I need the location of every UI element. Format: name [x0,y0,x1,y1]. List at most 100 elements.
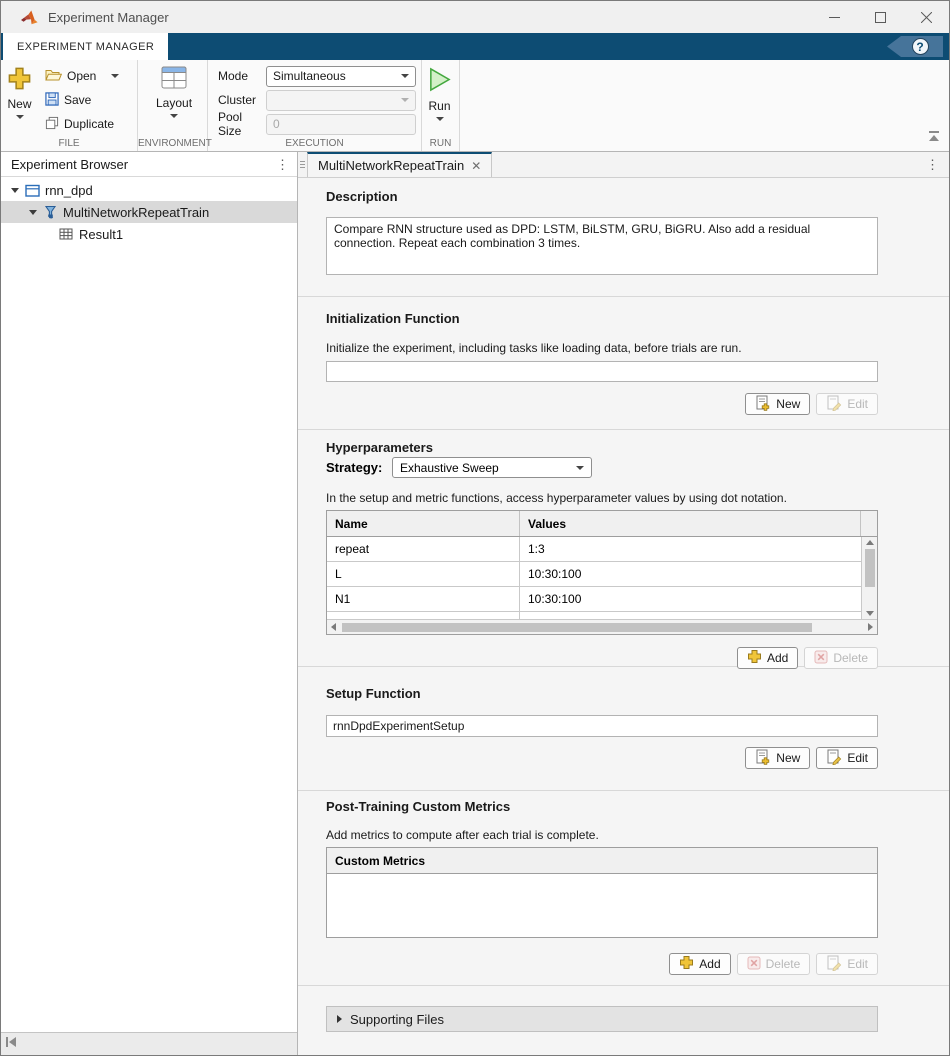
ribbon-tab-strip: EXPERIMENT MANAGER ? [1,33,949,60]
scrollbar-thumb[interactable] [342,623,812,632]
hyperparameter-delete-button: Delete [804,647,878,669]
mode-dropdown[interactable]: Simultaneous [266,66,416,87]
collapse-ribbon-icon[interactable] [927,129,941,147]
tree-item-project[interactable]: rnn_dpd [1,179,297,201]
hyperparam-values-cell[interactable]: ["lstm" "bilstm" "gru" "bigru"] [520,612,861,619]
tree-item-label: Result1 [79,227,123,242]
custom-metrics-section: Post-Training Custom Metrics Add metrics… [298,791,949,986]
experiment-browser-panel: Experiment Browser ⋮ rnn_dpd [1,152,298,1055]
setup-function-input[interactable] [326,715,878,737]
new-dropdown-caret[interactable] [16,115,24,119]
metrics-add-button[interactable]: Add [669,953,730,975]
execution-group-label: EXECUTION [208,138,421,149]
strategy-dropdown-caret [576,466,584,470]
tree-item-result[interactable]: Result1 [1,223,297,245]
hyperparameter-add-button[interactable]: Add [737,647,798,669]
hyperparam-name-cell[interactable]: N1 [327,587,520,611]
tab-experiment-manager[interactable]: EXPERIMENT MANAGER [3,33,168,60]
cluster-dropdown-caret [401,98,409,102]
run-dropdown-caret[interactable] [436,117,444,121]
hyperparameters-section: Hyperparameters Strategy: Exhaustive Swe… [298,430,949,667]
delete-x-icon [814,650,828,667]
edit-function-icon [826,749,842,768]
metrics-heading: Post-Training Custom Metrics [326,799,949,814]
column-header-values[interactable]: Values [520,511,861,536]
open-button[interactable]: Open [45,65,119,87]
description-heading: Description [326,189,949,204]
new-button[interactable]: New [7,66,32,119]
delete-x-icon [747,956,761,973]
metrics-column-header[interactable]: Custom Metrics [327,848,877,874]
document-menu-icon[interactable]: ⋮ [926,158,939,171]
new-plus-icon [7,66,32,94]
collapse-panel-icon[interactable] [5,1035,17,1053]
initialization-function-input[interactable] [326,361,878,382]
supporting-files-toggle[interactable]: Supporting Files [326,1006,878,1032]
hyperparam-values-cell[interactable]: 1:3 [520,537,861,561]
supporting-files-label: Supporting Files [350,1012,444,1027]
experiment-flask-icon [41,205,59,219]
save-button[interactable]: Save [45,89,91,111]
duplicate-button[interactable]: Duplicate [45,113,114,135]
hyperparam-values-cell[interactable]: 10:30:100 [520,587,861,611]
vertical-scrollbar[interactable] [861,537,877,619]
hyperparam-name-cell[interactable]: repeat [327,537,520,561]
horizontal-scrollbar[interactable] [327,619,877,634]
description-textarea[interactable]: Compare RNN structure used as DPD: LSTM,… [326,217,878,275]
minimize-button[interactable] [811,1,857,33]
scroll-right-icon[interactable] [868,623,873,631]
table-row[interactable]: repeat 1:3 [327,537,861,562]
hyperparam-name-cell[interactable]: L [327,562,520,586]
tree-item-experiment[interactable]: MultiNetworkRepeatTrain [1,201,297,223]
environment-group-label: ENVIRONMENT [138,138,207,149]
table-row[interactable]: N1 10:30:100 [327,587,861,612]
expand-caret-icon[interactable] [7,188,23,193]
help-icon: ? [912,38,929,55]
hyperparameters-hint: In the setup and metric functions, acces… [326,491,949,505]
initialization-heading: Initialization Function [326,311,949,326]
scrollbar-thumb[interactable] [865,549,875,587]
tab-grip-icon [298,152,307,177]
scroll-down-icon[interactable] [866,611,874,616]
description-section: Description Compare RNN structure used a… [298,178,949,297]
layout-icon [161,66,187,93]
column-header-spacer [861,511,877,536]
supporting-files-section: Supporting Files [298,986,949,1032]
setup-new-button[interactable]: New [745,747,810,769]
browser-menu-icon[interactable]: ⋮ [276,158,289,171]
scroll-left-icon[interactable] [331,623,336,631]
close-button[interactable] [903,1,949,33]
setup-edit-button[interactable]: Edit [816,747,878,769]
strategy-dropdown[interactable]: Exhaustive Sweep [392,457,592,478]
tab-multinetworkrepeattrain[interactable]: MultiNetworkRepeatTrain ✕ [307,152,492,177]
collapsed-caret-icon [337,1015,342,1023]
expand-caret-icon[interactable] [25,210,41,215]
metrics-edit-button: Edit [816,953,878,975]
mode-dropdown-caret [401,74,409,78]
open-dropdown-caret[interactable] [111,74,119,78]
maximize-button[interactable] [857,1,903,33]
toolstrip: New Open [1,60,949,152]
table-row[interactable]: L 10:30:100 [327,562,861,587]
hyperparam-values-cell[interactable]: 10:30:100 [520,562,861,586]
scroll-up-icon[interactable] [866,540,874,545]
run-button[interactable]: Run [427,66,452,121]
run-icon [427,66,452,96]
cluster-dropdown [266,90,416,111]
setup-heading: Setup Function [326,686,949,701]
browser-panel-title: Experiment Browser [11,157,128,172]
open-folder-icon [45,68,62,84]
layout-button[interactable]: Layout [156,66,192,118]
table-row[interactable]: networkStructure ["lstm" "bilstm" "gru" … [327,612,861,619]
hyperparam-name-cell[interactable]: networkStructure [327,612,520,619]
column-header-name[interactable]: Name [327,511,520,536]
metrics-empty-body[interactable] [327,874,877,937]
toolbar-spacer [460,60,949,151]
tab-close-icon[interactable]: ✕ [471,159,481,173]
layout-dropdown-caret[interactable] [170,114,178,118]
hyperparameters-heading: Hyperparameters [326,440,949,455]
hyperparameters-table: Name Values repeat 1:3 L [326,510,878,635]
help-button[interactable]: ? [887,36,943,57]
initialization-new-button[interactable]: New [745,393,810,415]
project-icon [23,184,41,197]
